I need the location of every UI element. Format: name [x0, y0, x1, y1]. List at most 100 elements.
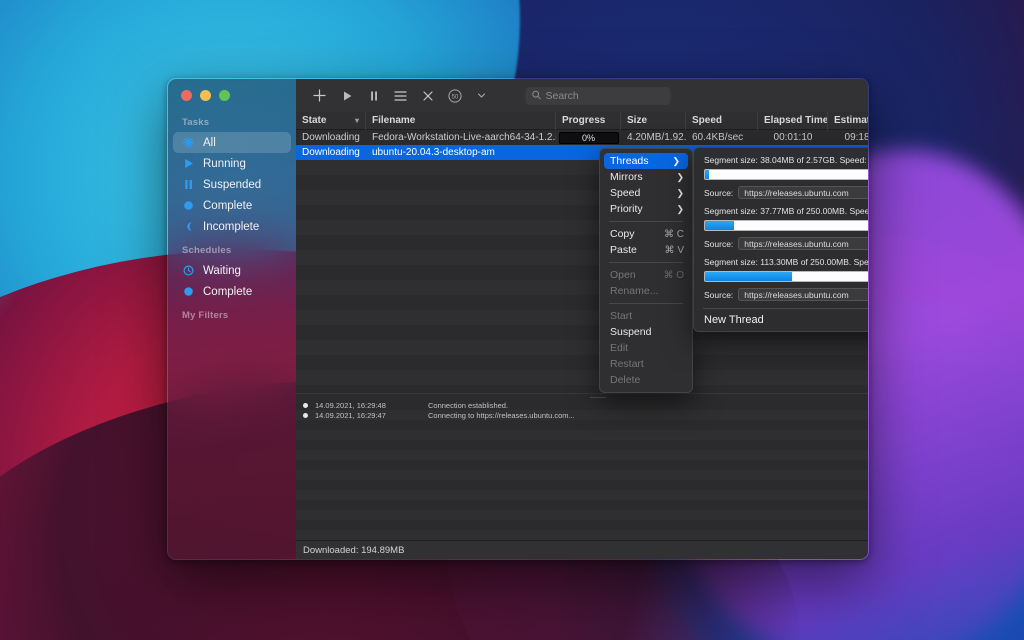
window-traffic-lights — [181, 90, 230, 101]
cell-state: Downloading — [302, 132, 360, 143]
thread-source-field[interactable]: https://releases.ubuntu.com — [738, 237, 868, 250]
thread-source-row: Source: https://releases.ubuntu.com — [694, 288, 868, 301]
log-empty-rows — [296, 420, 868, 540]
log-status-icon — [303, 412, 308, 418]
sidebar-item-waiting[interactable]: Waiting — [173, 260, 291, 281]
sidebar-item-incomplete[interactable]: Incomplete — [173, 216, 291, 237]
menu-item-edit: Edit — [600, 340, 692, 356]
stop-button[interactable] — [414, 84, 441, 108]
new-thread-button[interactable]: New Thread — [694, 309, 868, 331]
thread-progress-fill — [705, 272, 793, 281]
menu-item-rename: Rename... — [600, 283, 692, 299]
menu-item-label: Restart — [610, 358, 644, 370]
menu-item-label: Threads — [610, 155, 649, 167]
play-icon — [182, 157, 195, 170]
table-row[interactable] — [296, 370, 868, 385]
sidebar-item-label: Complete — [203, 199, 253, 212]
column-header-estimated[interactable]: Estimated Ti... — [828, 112, 868, 130]
thread-source-label: Source: — [704, 238, 734, 249]
column-label: State — [302, 115, 327, 126]
thread-progress-row — [694, 271, 868, 282]
thread-source-label: Source: — [704, 289, 734, 300]
speed-limit-icon[interactable]: 50 — [441, 84, 468, 108]
sidebar-item-label: Suspended — [203, 178, 262, 191]
sidebar-item-all[interactable]: All — [173, 132, 291, 153]
cell-filename: Fedora-Workstation-Live-aarch64-34-1.2.i… — [372, 132, 556, 143]
thread-source-field[interactable]: https://releases.ubuntu.com — [738, 288, 868, 301]
thread-source-field[interactable]: https://releases.ubuntu.com — [738, 186, 868, 199]
list-item — [296, 520, 868, 530]
list-item — [296, 460, 868, 470]
sidebar-item-schedules-complete[interactable]: Complete — [173, 281, 291, 302]
column-header-filename[interactable]: Filename — [366, 111, 556, 130]
menu-item-speed[interactable]: Speed ❯ — [600, 185, 692, 201]
thread-progress-row — [694, 169, 868, 180]
half-moon-icon — [182, 220, 195, 233]
menu-item-start: Start — [600, 308, 692, 324]
cell-speed: 60.4KB/sec — [692, 132, 744, 143]
thread-source-value: https://releases.ubuntu.com — [744, 289, 849, 300]
menu-item-label: Paste — [610, 244, 637, 256]
chevron-down-icon[interactable] — [468, 84, 495, 108]
table-row[interactable] — [296, 385, 868, 393]
menu-item-shortcut: ⌘ V — [664, 244, 684, 256]
chevron-right-icon: ❯ — [676, 171, 684, 182]
add-task-button[interactable] — [306, 84, 333, 108]
menu-item-mirrors[interactable]: Mirrors ❯ — [600, 169, 692, 185]
table-row[interactable]: Downloading Fedora-Workstation-Live-aarc… — [296, 130, 868, 145]
thread-source-row: Source: https://releases.ubuntu.com — [694, 237, 868, 250]
minimize-window-button[interactable] — [200, 90, 211, 101]
thread-progress-row — [694, 220, 868, 231]
log-panel[interactable]: 14.09.2021, 16:29:48 Connection establis… — [296, 400, 868, 540]
log-splitter[interactable] — [296, 393, 868, 400]
chevron-right-icon: ❯ — [676, 203, 684, 214]
menu-item-paste[interactable]: Paste ⌘ V — [600, 242, 692, 258]
list-item — [296, 420, 868, 430]
search-placeholder: Search — [545, 89, 579, 102]
thread-source-value: https://releases.ubuntu.com — [744, 238, 849, 249]
sidebar-item-running[interactable]: Running — [173, 153, 291, 174]
sidebar-item-complete[interactable]: Complete — [173, 195, 291, 216]
menu-item-priority[interactable]: Priority ❯ — [600, 201, 692, 217]
column-header-state[interactable]: State ▾ — [296, 111, 366, 130]
search-input[interactable]: Search — [525, 86, 671, 105]
list-item: 14.09.2021, 16:29:47 Connecting to https… — [296, 410, 868, 420]
column-label: Elapsed Time — [764, 115, 828, 126]
table-row[interactable] — [296, 340, 868, 355]
menu-item-threads[interactable]: Threads ❯ — [604, 153, 688, 169]
progress-bar: 0% — [558, 131, 619, 144]
threads-submenu[interactable]: Segment size: 38.04MB of 2.57GB. Speed: … — [693, 147, 868, 332]
list-item — [296, 530, 868, 540]
thread-source-label: Source: — [704, 187, 734, 198]
sidebar-item-label: Incomplete — [203, 220, 260, 233]
svg-text:50: 50 — [451, 94, 458, 100]
list-button[interactable] — [387, 84, 414, 108]
close-window-button[interactable] — [181, 90, 192, 101]
context-menu[interactable]: Threads ❯ Mirrors ❯ Speed ❯ Priority ❯ C… — [599, 148, 693, 393]
log-timestamp: 14.09.2021, 16:29:47 — [315, 410, 386, 420]
menu-item-label: Priority — [610, 203, 643, 215]
log-message: Connecting to https://releases.ubuntu.co… — [428, 410, 575, 420]
menu-item-copy[interactable]: Copy ⌘ C — [600, 226, 692, 242]
column-header-progress[interactable]: Progress — [556, 111, 621, 130]
list-item — [296, 450, 868, 460]
sidebar: Tasks All Running Suspended Complete Inc… — [168, 79, 296, 559]
column-header-size[interactable]: Size — [621, 111, 686, 130]
list-item — [296, 440, 868, 450]
thread-source-row: Source: https://releases.ubuntu.com — [694, 186, 868, 199]
zoom-window-button[interactable] — [219, 90, 230, 101]
start-button[interactable] — [333, 84, 360, 108]
table-row[interactable] — [296, 355, 868, 370]
menu-separator — [609, 262, 683, 263]
pause-button[interactable] — [360, 84, 387, 108]
circle-filled-icon — [182, 199, 195, 212]
sidebar-item-suspended[interactable]: Suspended — [173, 174, 291, 195]
table-column-headers: State ▾ Filename Progress Size Speed Ela… — [296, 111, 868, 130]
new-thread-label: New Thread — [704, 314, 764, 326]
column-header-speed[interactable]: Speed — [686, 111, 758, 130]
column-label: Progress — [562, 115, 606, 126]
list-item — [296, 480, 868, 490]
cell-progress: 0% — [556, 130, 621, 145]
column-header-elapsed[interactable]: Elapsed Time — [758, 111, 828, 130]
menu-item-suspend[interactable]: Suspend — [600, 324, 692, 340]
